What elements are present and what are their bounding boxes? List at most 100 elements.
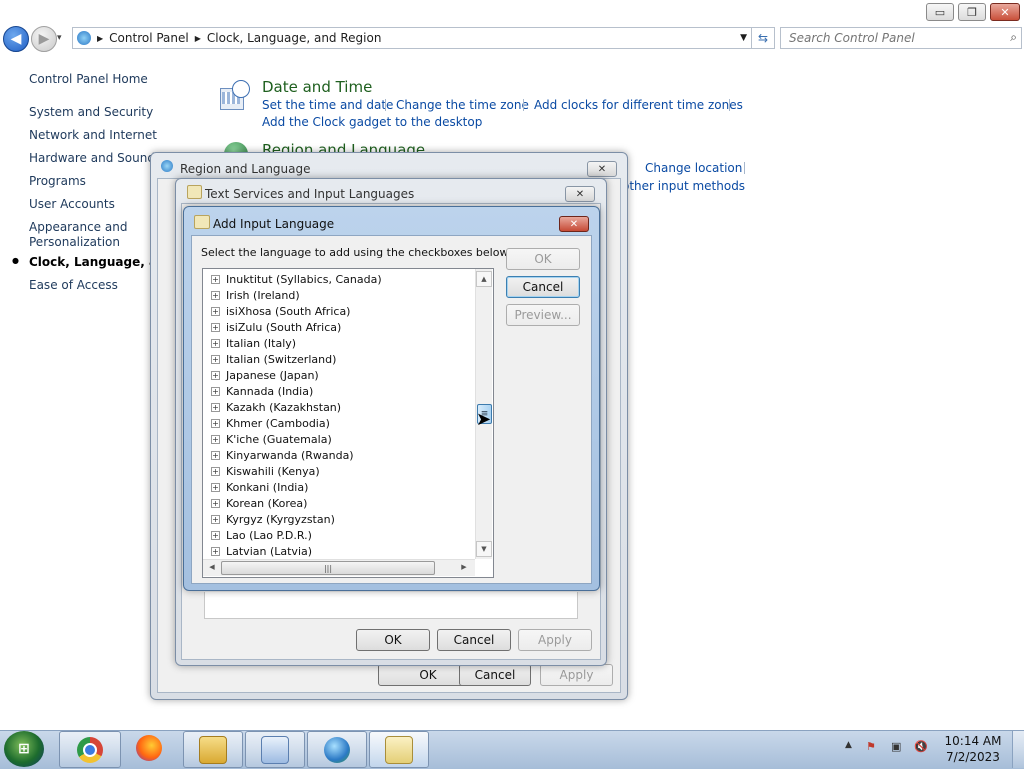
expand-icon[interactable]: + [211,418,220,428]
horizontal-scroll-thumb[interactable]: ||| [221,561,435,575]
expand-icon[interactable]: + [211,274,220,284]
sidebar-item-system-security[interactable]: System and Security [29,105,153,119]
add-clock-gadget-link[interactable]: Add the Clock gadget to the desktop [262,115,482,129]
cancel-button[interactable]: Cancel [437,629,511,651]
show-desktop-button[interactable] [1012,731,1024,768]
sidebar-item-clock-language-region[interactable]: Clock, Language, and Region [29,255,153,269]
system-clock[interactable]: 10:14 AM 7/2/2023 [942,733,1004,765]
address-bar[interactable]: ▶ Control Panel ▶ Clock, Language, and R… [72,27,752,49]
list-item[interactable]: + Kazakh (Kazakhstan) [211,399,341,415]
list-item[interactable]: + isiZulu (South Africa) [211,319,341,335]
horizontal-scrollbar[interactable]: ◀ ||| ▶ [203,559,475,576]
taskbar-text-services[interactable] [369,731,429,768]
search-input[interactable] [787,28,1001,48]
date-time-title[interactable]: Date and Time [262,78,372,96]
list-item[interactable]: + isiXhosa (South Africa) [211,303,350,319]
recent-pages-button[interactable]: ▾ [57,33,62,43]
sidebar-control-panel-home[interactable]: Control Panel Home [29,72,148,86]
breadcrumb-clock-language-region[interactable]: Clock, Language, and Region [207,31,382,45]
list-item[interactable]: + Kinyarwanda (Rwanda) [211,447,354,463]
apply-button[interactable]: Apply [518,629,592,651]
set-time-date-link[interactable]: Set the time and date [262,98,393,112]
dialog-close-button[interactable]: ✕ [565,186,595,202]
sidebar-item-user-accounts[interactable]: User Accounts [29,197,115,211]
refresh-button[interactable]: ⇆ [751,27,775,49]
address-dropdown-icon[interactable]: ▼ [740,33,747,43]
ok-button[interactable]: OK [356,629,430,651]
minimize-button[interactable]: ▭ [926,3,954,21]
taskbar-region-language[interactable] [307,731,367,768]
list-item[interactable]: + Khmer (Cambodia) [211,415,330,431]
scroll-down-button[interactable]: ▼ [476,541,492,557]
list-item[interactable]: + Italian (Italy) [211,335,296,351]
list-item[interactable]: + Konkani (India) [211,479,308,495]
list-item[interactable]: + Italian (Switzerland) [211,351,336,367]
network-icon[interactable]: ▣ [891,740,901,753]
sidebar-item-appearance[interactable]: Appearance and [29,220,127,234]
close-button[interactable]: ✕ [990,3,1020,21]
list-item[interactable]: + Kyrgyz (Kyrgyzstan) [211,511,335,527]
expand-icon[interactable]: + [211,402,220,412]
list-item[interactable]: + K'iche (Guatemala) [211,431,332,447]
add-clocks-link[interactable]: Add clocks for different time zones [534,98,743,112]
expand-icon[interactable]: + [211,370,220,380]
taskbar-explorer[interactable] [183,731,243,768]
magnifier-icon[interactable]: ⌕ [1010,30,1017,45]
list-item[interactable]: + Kannada (India) [211,383,313,399]
expand-icon[interactable]: + [211,466,220,476]
expand-icon[interactable]: + [211,482,220,492]
sidebar-item-personalization[interactable]: Personalization [29,235,120,249]
scroll-left-button[interactable]: ◀ [205,560,219,574]
action-center-icon[interactable]: ⚑ [866,740,876,753]
clock-calendar-icon[interactable] [220,80,250,110]
taskbar-chrome[interactable] [59,731,121,768]
expand-icon[interactable]: + [211,386,220,396]
sidebar-item-hardware-sound[interactable]: Hardware and Sound [29,151,155,165]
change-location-link[interactable]: Change location [645,161,742,175]
tray-overflow-button[interactable]: ▲ [845,740,852,750]
cancel-button[interactable]: Cancel [506,276,580,298]
expand-icon[interactable]: + [211,530,220,540]
back-button[interactable]: ◀ [3,26,29,52]
expand-icon[interactable]: + [211,354,220,364]
scroll-up-button[interactable]: ▲ [476,271,492,287]
maximize-button[interactable]: ❐ [958,3,986,21]
expand-icon[interactable]: + [211,306,220,316]
volume-muted-icon[interactable]: 🔇 [914,740,928,753]
breadcrumb-control-panel[interactable]: Control Panel [109,31,189,45]
change-time-zone-link[interactable]: Change the time zone [396,98,529,112]
list-item[interactable]: + Korean (Korea) [211,495,307,511]
sidebar-item-programs[interactable]: Programs [29,174,86,188]
list-item[interactable]: + Lao (Lao P.D.R.) [211,527,312,543]
sidebar-item-ease-of-access[interactable]: Ease of Access [29,278,118,292]
ok-button[interactable]: OK [506,248,580,270]
list-item[interactable]: + Japanese (Japan) [211,367,319,383]
scroll-right-button[interactable]: ▶ [457,560,471,574]
expand-icon[interactable]: + [211,322,220,332]
sidebar-item-network-internet[interactable]: Network and Internet [29,128,157,142]
expand-icon[interactable]: + [211,498,220,508]
expand-icon[interactable]: + [211,450,220,460]
list-item[interactable]: + Kiswahili (Kenya) [211,463,320,479]
expand-icon[interactable]: + [211,338,220,348]
cancel-button[interactable]: Cancel [459,664,531,686]
dialog-close-button[interactable]: ✕ [587,161,617,177]
preview-button[interactable]: Preview... [506,304,580,326]
language-tree-list[interactable]: + Inuktitut (Syllabics, Canada) + Irish (I… [202,268,494,578]
dialog-close-button[interactable]: ✕ [559,216,589,232]
forward-button[interactable]: ▶ [31,26,57,52]
expand-icon[interactable]: + [211,546,220,556]
list-item[interactable]: + Inuktitut (Syllabics, Canada) [211,271,382,287]
search-box[interactable]: ⌕ [780,27,1022,49]
expand-icon[interactable]: + [211,290,220,300]
keyboard-icon [187,185,202,199]
expand-icon[interactable]: + [211,434,220,444]
list-item[interactable]: + Latvian (Latvia) [211,543,312,559]
expand-icon[interactable]: + [211,514,220,524]
other-input-methods-link[interactable]: other input methods [622,179,745,193]
taskbar-control-panel[interactable] [245,731,305,768]
start-button[interactable]: ⊞ [4,731,44,767]
apply-button[interactable]: Apply [540,664,613,686]
firefox-icon[interactable] [136,735,162,761]
list-item[interactable]: + Irish (Ireland) [211,287,300,303]
